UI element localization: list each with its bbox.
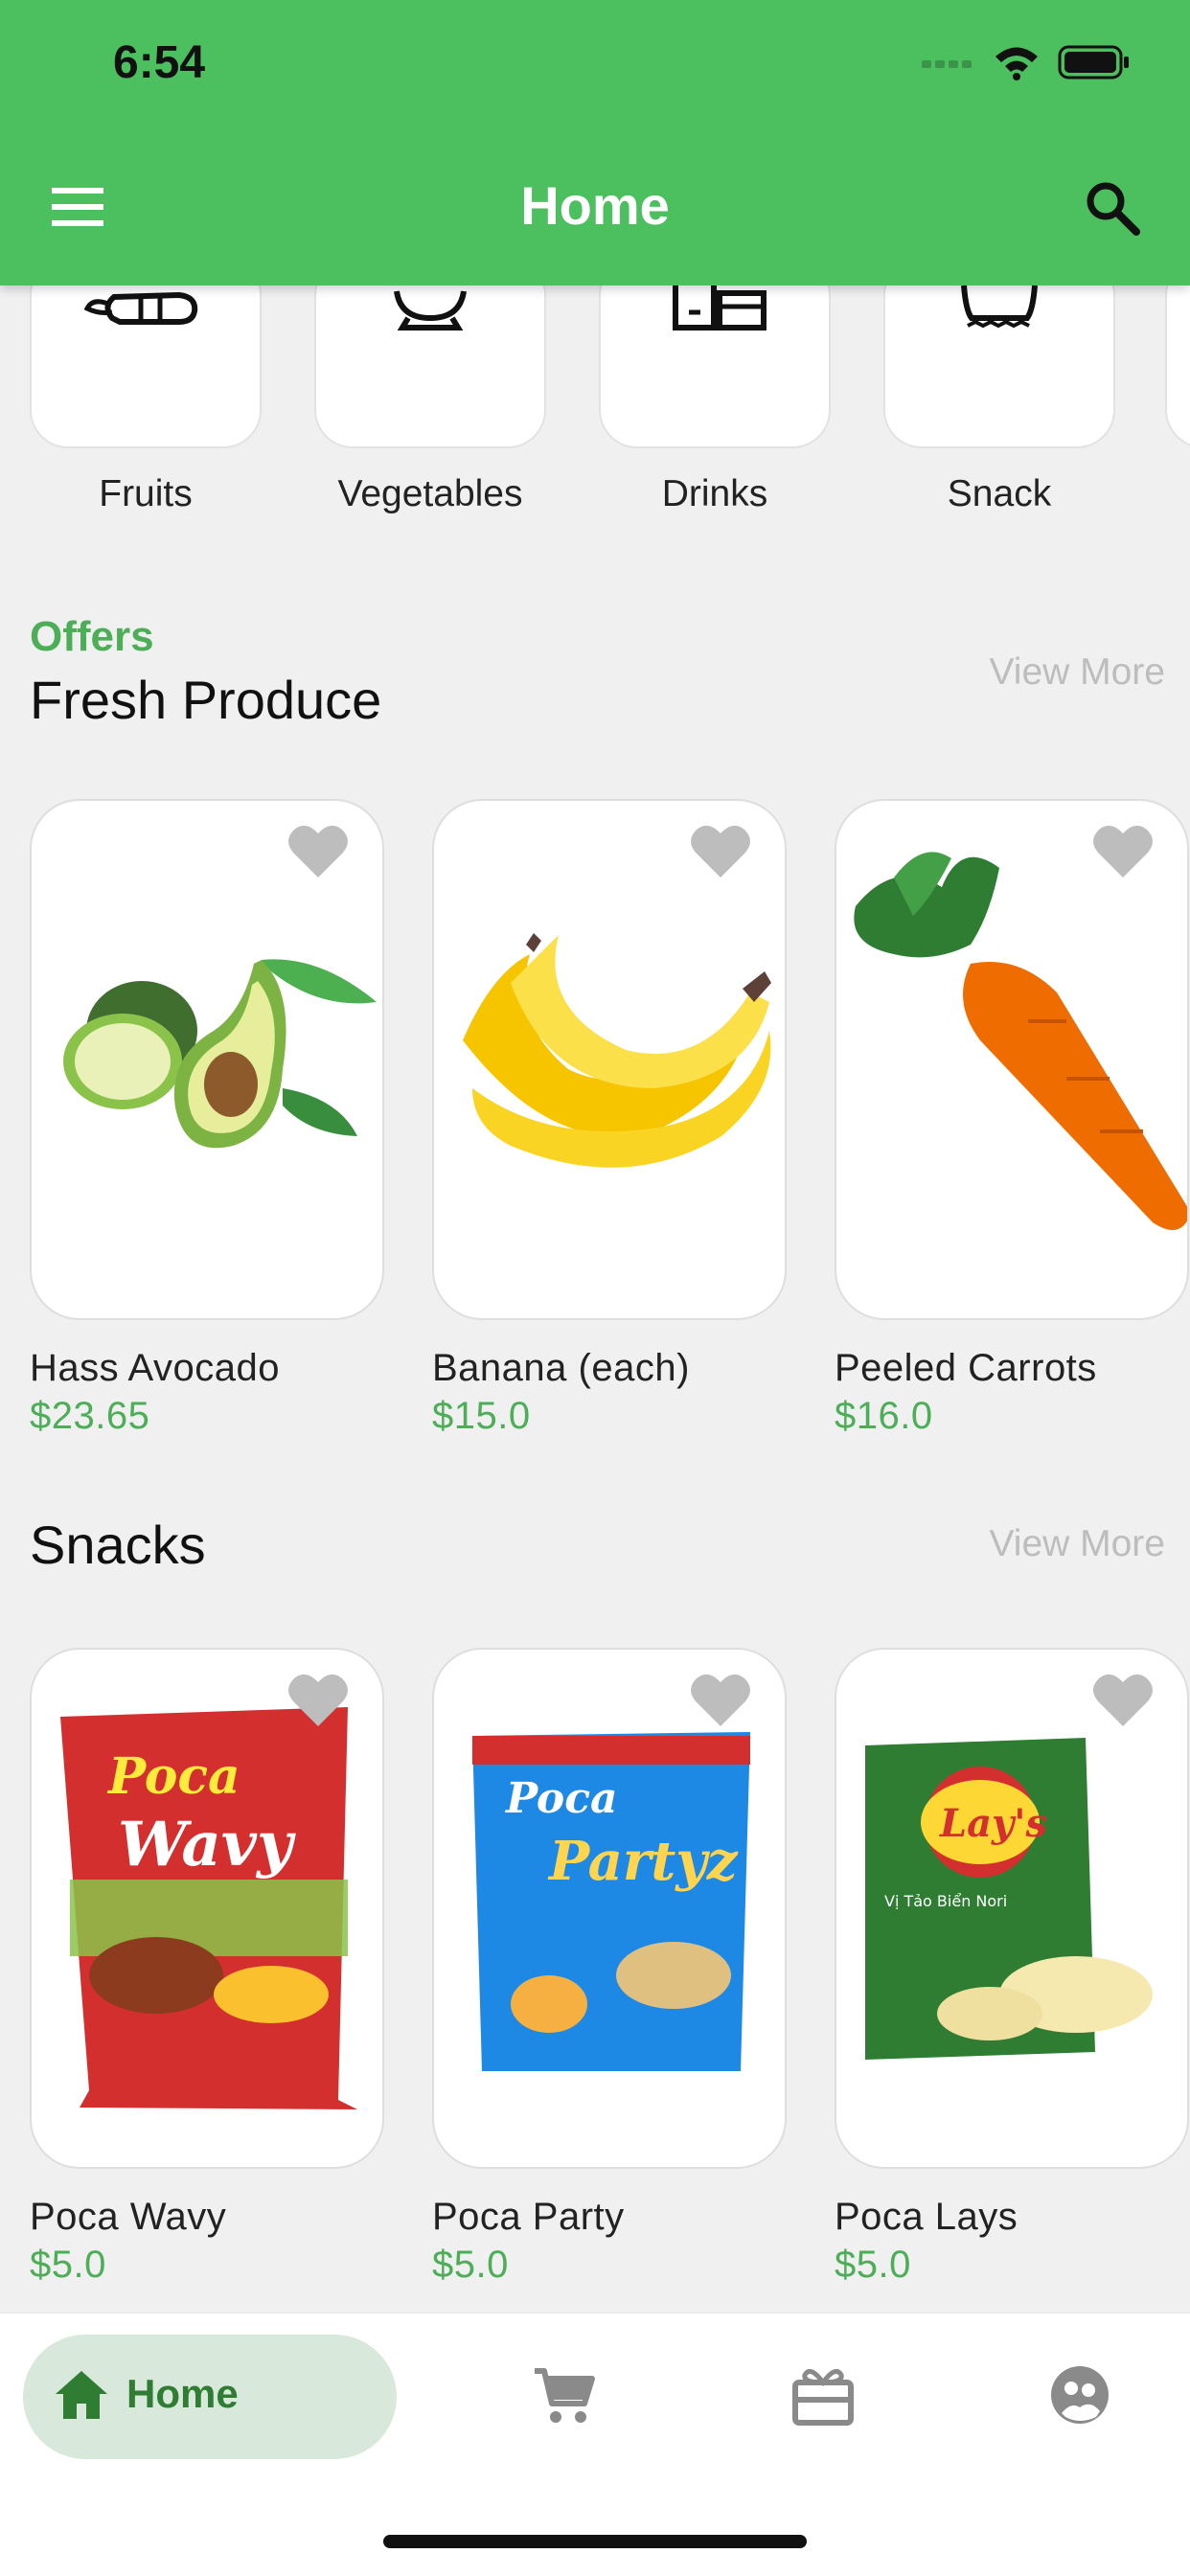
category-tile-snack[interactable] <box>883 285 1115 448</box>
category-tile-more[interactable] <box>1165 285 1190 448</box>
bag-flavor-text: Vị Tảo Biển Nori <box>884 1892 1007 1910</box>
product-name-poca-party: Poca Party <box>432 2196 625 2238</box>
product-card-poca-lays[interactable]: Lay's Vị Tảo Biển Nori <box>835 1648 1189 2169</box>
search-icon[interactable] <box>1083 178 1142 238</box>
category-tile-vegetables[interactable] <box>314 285 546 448</box>
category-label-snack: Snack <box>947 473 1052 514</box>
product-price-avocado: $23.65 <box>30 1395 150 1437</box>
wifi-icon <box>995 47 1038 80</box>
bag-flavor-text: Wavy <box>118 1809 296 1881</box>
signal-icon <box>922 60 972 68</box>
product-card-poca-party[interactable]: Poca Partyz <box>432 1648 787 2169</box>
section-title-fresh-produce: Fresh Produce <box>30 670 382 730</box>
product-name-poca-wavy: Poca Wavy <box>30 2196 227 2238</box>
cart-icon[interactable] <box>533 2365 596 2427</box>
favorite-heart-icon[interactable] <box>1091 822 1155 879</box>
page-title: Home <box>520 175 670 236</box>
product-card-poca-wavy[interactable]: Poca Wavy <box>30 1648 384 2169</box>
product-card-avocado[interactable] <box>30 799 384 1320</box>
view-more-fresh-produce[interactable]: View More <box>989 651 1165 694</box>
product-card-banana[interactable] <box>432 799 787 1320</box>
favorite-heart-icon[interactable] <box>689 822 752 879</box>
favorite-heart-icon[interactable] <box>286 822 350 879</box>
home-indicator <box>383 2535 807 2548</box>
status-icons <box>922 44 1131 80</box>
product-price-poca-wavy: $5.0 <box>30 2244 106 2286</box>
product-name-banana: Banana (each) <box>432 1347 690 1389</box>
status-time: 6:54 <box>113 37 206 88</box>
nav-item-home[interactable]: Home <box>23 2335 397 2459</box>
category-tile-fruits[interactable] <box>30 285 262 448</box>
favorite-heart-icon[interactable] <box>1091 1671 1155 1728</box>
category-label-drinks: Drinks <box>661 473 768 514</box>
bowl-outline-icon <box>394 290 467 331</box>
battery-icon <box>1058 45 1129 80</box>
bag-brand-text: Poca <box>106 1747 240 1806</box>
profile-icon[interactable] <box>1048 2363 1111 2427</box>
bag-brand-text: Lay's <box>939 1801 1047 1846</box>
product-price-banana: $15.0 <box>432 1395 531 1437</box>
product-name-avocado: Hass Avocado <box>30 1347 280 1389</box>
product-name-carrot: Peeled Carrots <box>835 1347 1097 1389</box>
favorite-heart-icon[interactable] <box>689 1671 752 1728</box>
snack-outline-icon <box>961 285 1038 329</box>
category-row[interactable]: Fruits Vegetables Drinks Snack <box>0 285 1190 536</box>
home-icon <box>56 2371 107 2419</box>
category-label-fruits: Fruits <box>99 473 193 514</box>
bag-flavor-text: Partyz <box>547 1830 739 1893</box>
section-title-snacks: Snacks <box>30 1515 206 1575</box>
product-card-carrot[interactable] <box>835 799 1189 1320</box>
view-more-snacks[interactable]: View More <box>989 1523 1165 1565</box>
product-price-carrot: $16.0 <box>835 1395 933 1437</box>
carrot-outline-icon <box>83 291 198 325</box>
product-name-poca-lays: Poca Lays <box>835 2196 1018 2238</box>
product-price-poca-party: $5.0 <box>432 2244 509 2286</box>
gift-box-icon[interactable] <box>791 2363 855 2427</box>
product-price-poca-lays: $5.0 <box>835 2244 911 2286</box>
section-subtitle-offers: Offers <box>30 613 154 660</box>
app-bar: 6:54 Home <box>0 0 1190 285</box>
nav-label-home: Home <box>126 2371 239 2416</box>
favorite-heart-icon[interactable] <box>286 1671 350 1728</box>
bag-brand-text: Poca <box>504 1774 618 1823</box>
category-label-vegetables: Vegetables <box>337 473 523 514</box>
category-tile-drinks[interactable] <box>599 285 831 448</box>
drinks-outline-icon <box>673 285 767 331</box>
